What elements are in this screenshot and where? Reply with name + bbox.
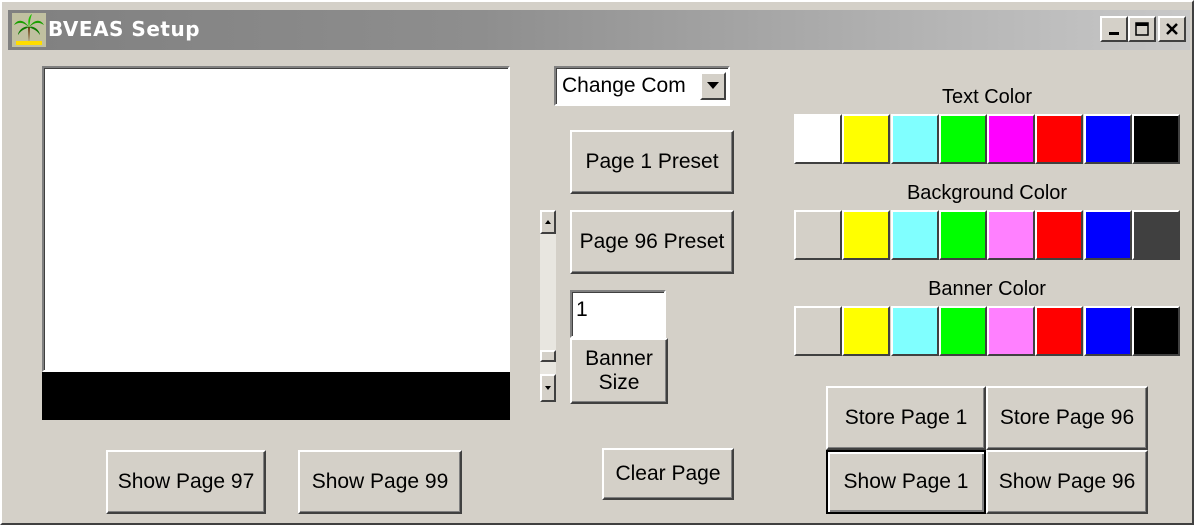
text-color-swatch-white[interactable] — [794, 114, 842, 164]
background-color-swatch-black[interactable] — [1132, 210, 1180, 260]
store-page-96-button[interactable]: Store Page 96 — [986, 386, 1148, 450]
text-color-swatch-cyan[interactable] — [891, 114, 939, 164]
arrow-up-icon — [545, 220, 551, 224]
banner-color-label: Banner Color — [928, 278, 1046, 300]
banner-color-swatch-cyan[interactable] — [891, 306, 939, 356]
clear-page-button[interactable]: Clear Page — [602, 448, 734, 500]
banner-color-swatch-blue[interactable] — [1084, 306, 1132, 356]
banner-size-scrollbar[interactable] — [540, 210, 556, 402]
background-color-swatch-cyan[interactable] — [891, 210, 939, 260]
palm-tree-icon — [12, 13, 46, 47]
banner-color-swatch-yellow[interactable] — [842, 306, 890, 356]
background-color-swatch-white[interactable] — [794, 210, 842, 260]
show-page-96-button[interactable]: Show Page 96 — [986, 450, 1148, 514]
show-page-99-button[interactable]: Show Page 99 — [298, 450, 462, 514]
background-color-swatch-blue[interactable] — [1084, 210, 1132, 260]
store-page-1-button[interactable]: Store Page 1 — [826, 386, 986, 450]
page96-preset-button[interactable]: Page 96 Preset — [570, 210, 734, 274]
background-color-swatch-green[interactable] — [939, 210, 987, 260]
background-color-swatch-magenta[interactable] — [987, 210, 1035, 260]
scroll-down-button[interactable] — [540, 374, 556, 402]
window-title: BVEAS Setup — [48, 17, 201, 41]
banner-color-palette — [794, 306, 1180, 356]
show-page-97-button[interactable]: Show Page 97 — [106, 450, 266, 514]
banner-color-swatch-green[interactable] — [939, 306, 987, 356]
banner-color-swatch-magenta[interactable] — [987, 306, 1035, 356]
dropdown-arrow-button[interactable] — [700, 72, 726, 100]
com-port-dropdown[interactable]: Change Com — [554, 66, 730, 106]
banner-preview — [42, 372, 510, 420]
background-color-palette — [794, 210, 1180, 260]
text-color-swatch-green[interactable] — [939, 114, 987, 164]
title-bar[interactable]: BVEAS Setup — [8, 10, 1190, 50]
maximize-icon — [1135, 22, 1149, 36]
banner-color-swatch-red[interactable] — [1035, 306, 1083, 356]
text-color-swatch-blue[interactable] — [1084, 114, 1132, 164]
scroll-thumb[interactable] — [540, 350, 556, 362]
banner-color-swatch-white[interactable] — [794, 306, 842, 356]
show-page-1-button[interactable]: Show Page 1 — [826, 450, 986, 514]
minimize-button[interactable] — [1100, 16, 1128, 42]
chevron-down-icon — [707, 82, 719, 89]
scroll-up-button[interactable] — [540, 210, 556, 234]
text-color-palette — [794, 114, 1180, 164]
background-color-swatch-yellow[interactable] — [842, 210, 890, 260]
background-color-swatch-red[interactable] — [1035, 210, 1083, 260]
page1-preset-button[interactable]: Page 1 Preset — [570, 130, 734, 194]
text-color-label: Text Color — [941, 86, 1033, 108]
banner-size-button[interactable]: Banner Size — [570, 338, 668, 404]
bveas-setup-window: BVEAS Setup Change Com Page 1 Preset Pag… — [0, 0, 1194, 525]
banner-color-swatch-black[interactable] — [1132, 306, 1180, 356]
text-color-swatch-yellow[interactable] — [842, 114, 890, 164]
minimize-icon — [1109, 32, 1119, 35]
page-preview[interactable] — [42, 66, 510, 372]
dropdown-value: Change Com — [562, 74, 686, 97]
banner-size-input[interactable]: 1 — [570, 290, 666, 338]
text-color-swatch-magenta[interactable] — [987, 114, 1035, 164]
text-color-swatch-black[interactable] — [1132, 114, 1180, 164]
arrow-down-icon — [545, 386, 551, 390]
text-color-swatch-red[interactable] — [1035, 114, 1083, 164]
background-color-label: Background Color — [906, 182, 1068, 204]
maximize-button[interactable] — [1128, 16, 1156, 42]
close-button[interactable] — [1158, 16, 1186, 42]
close-icon — [1166, 23, 1178, 35]
banner-size-value: 1 — [576, 298, 588, 321]
